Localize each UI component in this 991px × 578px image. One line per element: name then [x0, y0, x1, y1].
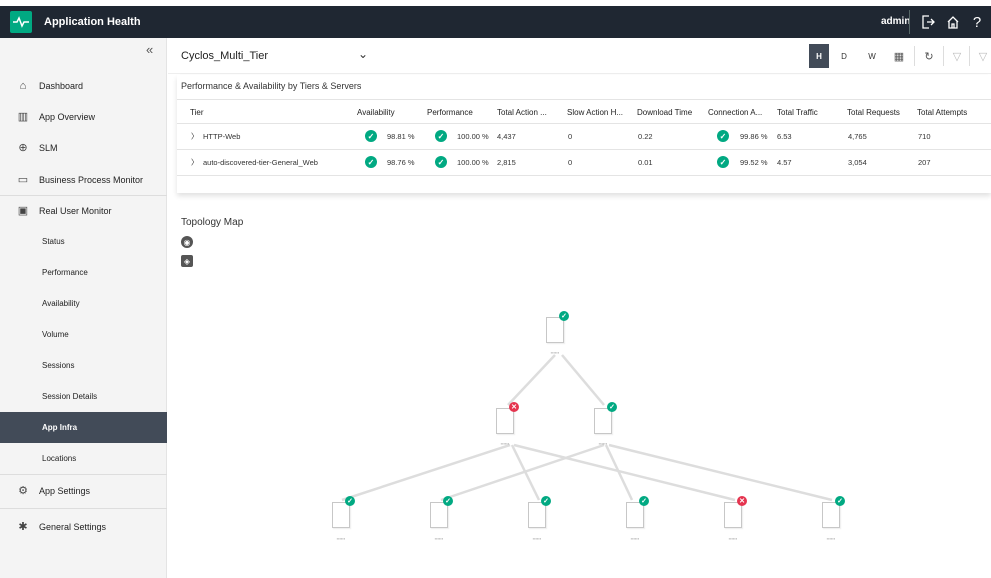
topology-node[interactable] — [626, 502, 644, 528]
topology-node[interactable] — [332, 502, 350, 528]
topology-edges — [341, 354, 833, 502]
check-icon: ✓ — [541, 496, 551, 506]
check-icon: ✓ — [607, 402, 617, 412]
node-label: ▪▪▪▪▪▪ — [826, 536, 836, 541]
topology-edge — [341, 443, 511, 502]
topology-edge — [561, 354, 605, 406]
node-label: ▪▪▪▪▪▪ — [434, 536, 444, 541]
node-label: ▪▪▪▪▪▪ — [532, 536, 542, 541]
topology-edge — [513, 443, 736, 502]
topology-node[interactable] — [430, 502, 448, 528]
error-icon: ✕ — [509, 402, 519, 412]
node-label: ▪▪▪▪▪▪ — [336, 536, 346, 541]
topology-node[interactable] — [528, 502, 546, 528]
node-label: ▪▪▪▪▪▪ — [630, 536, 640, 541]
topology-node[interactable] — [822, 502, 840, 528]
topology-node[interactable] — [594, 408, 612, 434]
check-icon: ✓ — [345, 496, 355, 506]
check-icon: ✓ — [443, 496, 453, 506]
node-label: ▪▪▪▪▪▪ — [500, 441, 510, 446]
node-label: ▪▪▪▪▪▪ — [598, 441, 608, 446]
topology-node[interactable] — [546, 317, 564, 343]
node-label: ▪▪▪▪▪▪ — [728, 536, 738, 541]
error-icon: ✕ — [737, 496, 747, 506]
check-icon: ✓ — [835, 496, 845, 506]
check-icon: ✓ — [639, 496, 649, 506]
check-icon: ✓ — [559, 311, 569, 321]
topology-edge — [440, 443, 605, 502]
topology-edge — [608, 443, 833, 502]
topology-edge — [507, 354, 556, 406]
topology-node[interactable] — [724, 502, 742, 528]
topology-node[interactable] — [496, 408, 514, 434]
node-label: ▪▪▪▪▪▪ — [550, 350, 560, 355]
